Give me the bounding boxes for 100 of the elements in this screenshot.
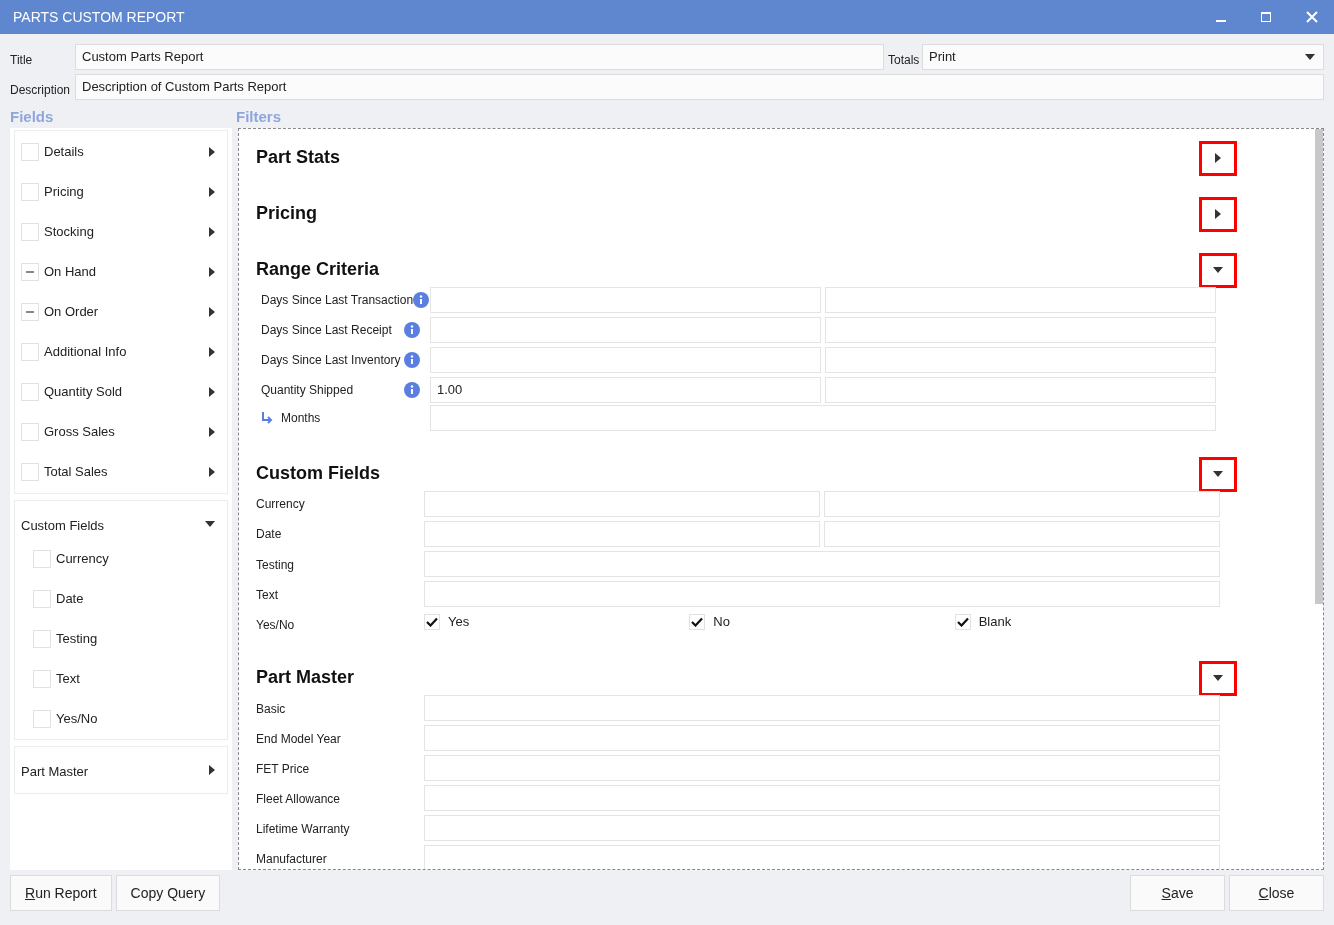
section-title: Part Master — [256, 665, 356, 689]
field-label: On Order — [44, 303, 100, 322]
section-title: Custom Fields — [256, 461, 381, 485]
checkbox[interactable] — [689, 614, 706, 630]
checkbox[interactable] — [33, 670, 51, 688]
input-field[interactable] — [424, 785, 1220, 811]
filter-label: FET Price — [256, 762, 310, 776]
collapse-icon — [205, 521, 215, 527]
window-title: PARTS CUSTOM REPORT — [13, 7, 186, 27]
toggle-button[interactable] — [1199, 140, 1237, 176]
input-field[interactable] — [424, 845, 1220, 869]
field-label: Details — [44, 143, 85, 162]
field-label: Total Sales — [44, 463, 109, 482]
option-label: Yes — [448, 613, 470, 632]
checkbox[interactable] — [21, 383, 39, 401]
checkbox[interactable] — [21, 183, 39, 201]
section-header[interactable]: Part Master — [15, 747, 227, 793]
field-label: Title — [10, 51, 34, 69]
action-button[interactable]: Copy Query — [115, 875, 221, 911]
expand-icon — [209, 267, 215, 277]
input-field[interactable] — [430, 347, 821, 373]
section-title: Range Criteria — [256, 257, 381, 281]
field-label: Gross Sales — [44, 423, 116, 442]
field-label: Currency — [56, 550, 110, 569]
expand-icon — [209, 227, 215, 237]
section-header[interactable]: Custom Fields — [15, 501, 227, 547]
info-icon[interactable] — [404, 352, 420, 368]
action-button[interactable]: Close — [1229, 875, 1324, 911]
field-label: Date — [56, 590, 85, 609]
expand-icon — [209, 427, 215, 437]
section-title: Pricing — [256, 201, 318, 225]
filter-label: Currency — [256, 496, 305, 513]
filter-label: Quantity Shipped — [261, 382, 354, 399]
totals-dropdown[interactable]: Print — [922, 44, 1324, 70]
filter-label: Lifetime Warranty — [256, 822, 350, 836]
input-field[interactable]: 1.00 — [430, 377, 821, 403]
action-button[interactable]: Save — [1130, 875, 1225, 911]
expand-icon — [1215, 209, 1221, 219]
input-field[interactable] — [824, 491, 1220, 517]
input-field[interactable] — [430, 405, 1216, 431]
action-button[interactable]: Run Report — [10, 875, 112, 911]
input-field[interactable] — [825, 287, 1216, 313]
checkbox[interactable] — [21, 303, 39, 321]
title-field[interactable]: Custom Parts Report — [75, 44, 884, 70]
maximize-icon[interactable] — [1260, 11, 1272, 23]
field-label: Yes/No — [56, 710, 99, 729]
input-field[interactable] — [424, 695, 1220, 721]
input-field[interactable] — [424, 725, 1220, 751]
info-icon[interactable] — [413, 292, 430, 308]
close-icon[interactable] — [1306, 11, 1318, 23]
filter-label: Basic — [256, 702, 286, 716]
checkbox[interactable] — [33, 630, 51, 648]
expand-icon — [209, 467, 215, 477]
toggle-button[interactable] — [1199, 196, 1237, 232]
description-field[interactable]: Description of Custom Parts Report — [75, 74, 1324, 100]
field-label: Totals — [888, 51, 921, 69]
checkbox[interactable] — [33, 710, 51, 728]
input-field[interactable] — [424, 815, 1220, 841]
input-field[interactable] — [430, 317, 821, 343]
info-icon[interactable] — [404, 322, 420, 338]
collapse-icon — [1213, 675, 1223, 681]
collapse-icon — [1213, 267, 1223, 273]
input-field[interactable] — [430, 287, 821, 313]
field-label: On Hand — [44, 263, 98, 282]
checkbox[interactable] — [954, 614, 971, 630]
input-field[interactable] — [424, 755, 1220, 781]
checkbox[interactable] — [21, 143, 39, 161]
checkbox[interactable] — [21, 463, 39, 481]
filter-label: Days Since Last Receipt — [261, 322, 392, 339]
filters-heading: Filters — [236, 107, 281, 125]
input-field[interactable] — [825, 317, 1216, 343]
input-field[interactable] — [424, 581, 1220, 607]
filter-label: Days Since Last Transaction — [261, 292, 414, 309]
filter-label: Months — [281, 410, 321, 427]
checkbox[interactable] — [21, 263, 39, 281]
input-field[interactable] — [424, 491, 820, 517]
info-icon[interactable] — [404, 382, 420, 398]
checkbox[interactable] — [21, 223, 39, 241]
field-label: Additional Info — [44, 343, 128, 362]
field-label: Pricing — [44, 183, 85, 202]
checkbox[interactable] — [33, 550, 51, 568]
checkbox[interactable] — [33, 590, 51, 608]
expand-icon — [209, 147, 215, 157]
input-field[interactable] — [824, 521, 1220, 547]
fields-heading: Fields — [10, 107, 55, 125]
scrollbar-thumb[interactable] — [1315, 129, 1323, 604]
child-arrow-icon — [261, 412, 273, 424]
checkbox[interactable] — [21, 343, 39, 361]
filter-label: Testing — [256, 558, 295, 572]
input-field[interactable] — [424, 551, 1220, 577]
expand-icon — [209, 307, 215, 317]
filter-label: End Model Year — [256, 732, 341, 746]
checkbox[interactable] — [21, 423, 39, 441]
checkbox[interactable] — [424, 614, 440, 630]
input-field[interactable] — [825, 347, 1216, 373]
filter-label: Text — [256, 588, 278, 602]
collapse-icon — [1213, 471, 1223, 477]
input-field[interactable] — [825, 377, 1216, 403]
expand-icon — [209, 387, 215, 397]
input-field[interactable] — [424, 521, 820, 547]
